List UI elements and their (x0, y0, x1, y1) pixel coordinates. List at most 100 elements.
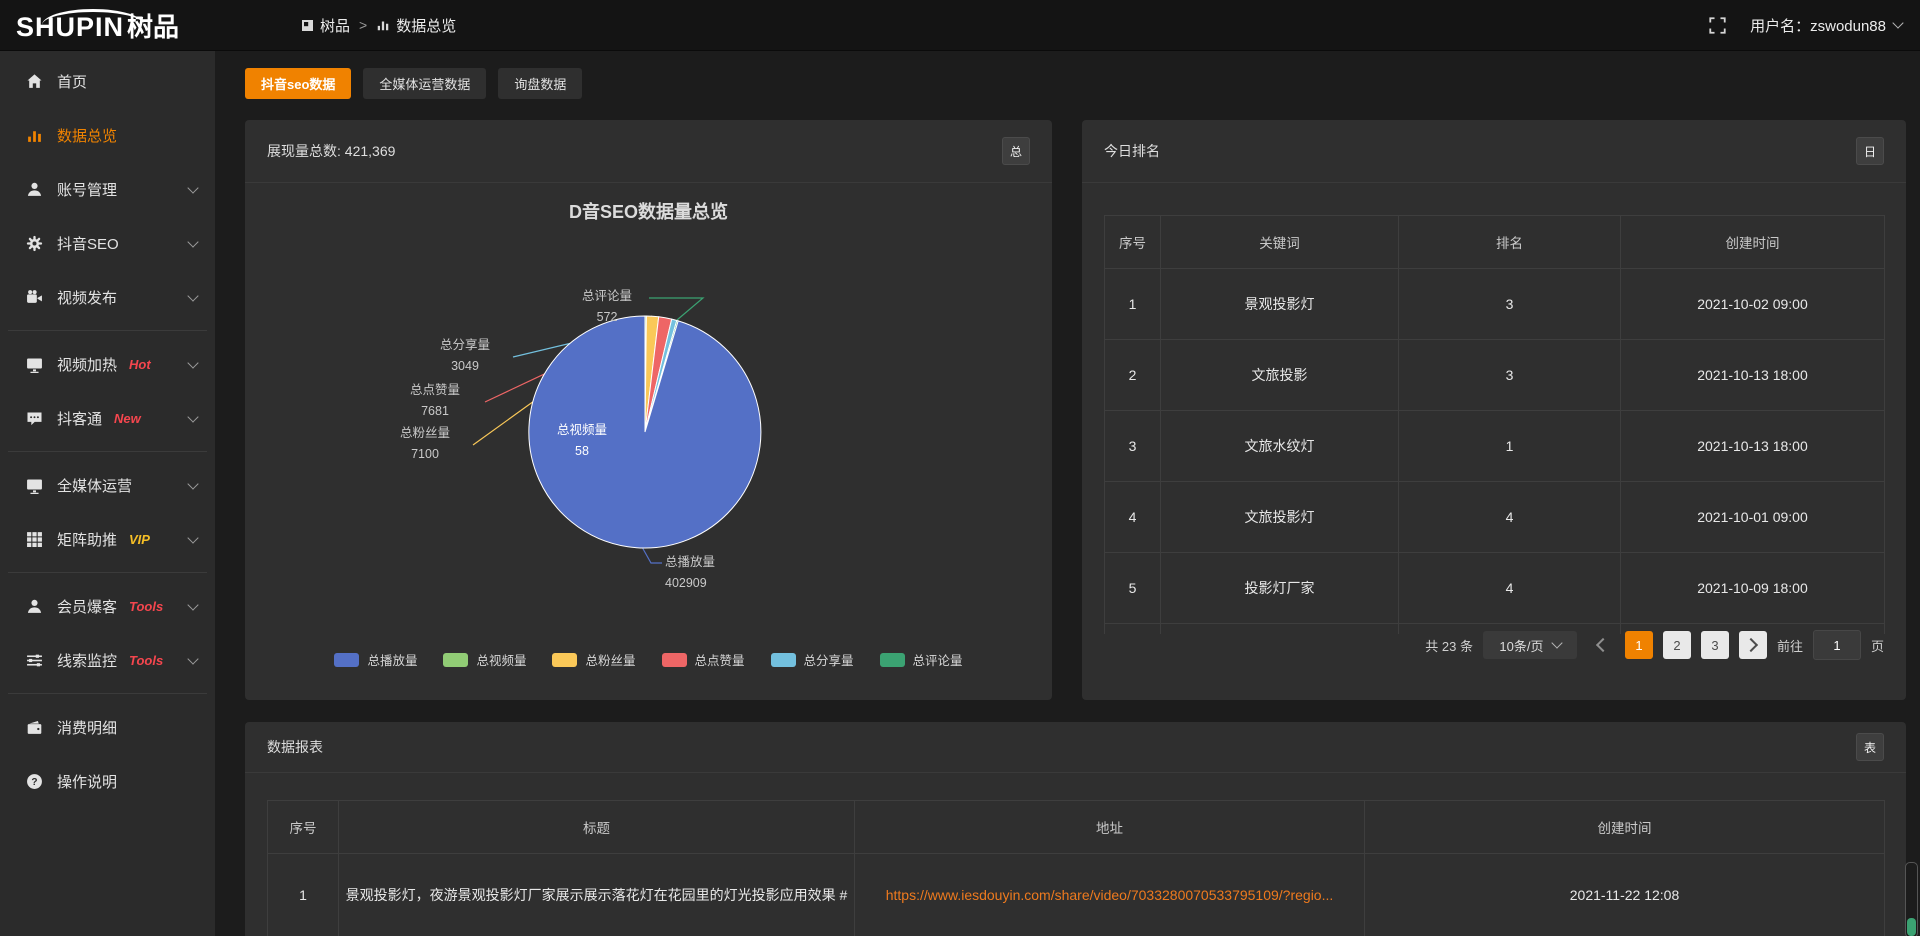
sidebar-item-data-overview[interactable]: 数据总览 (0, 108, 215, 162)
breadcrumb-root[interactable]: 树品 (301, 15, 350, 36)
monitor-icon (26, 477, 43, 494)
sidebar-divider (8, 330, 207, 331)
day-badge-button[interactable]: 日 (1856, 137, 1884, 165)
legend-swatch (880, 653, 905, 667)
main-content: 抖音seo数据 全媒体运营数据 询盘数据 展现量总数: 421,369 总 D音… (215, 50, 1920, 936)
sidebar-item-video-heating[interactable]: 视频加热 Hot (0, 337, 215, 391)
tab-inquiry-data[interactable]: 询盘数据 (498, 68, 582, 99)
bar-chart-icon (26, 127, 43, 144)
user-menu[interactable]: 用户名：zswodun88 (1750, 15, 1902, 36)
home-icon (26, 73, 43, 90)
pie-label-comments: 总评论量 572 (542, 286, 672, 328)
chevron-down-icon (187, 290, 198, 301)
prev-page-button[interactable] (1587, 631, 1615, 659)
legend-swatch (771, 653, 796, 667)
next-page-button[interactable] (1739, 631, 1767, 659)
sidebar-item-account-management[interactable]: 账号管理 (0, 162, 215, 216)
goto-label: 前往 (1777, 636, 1803, 655)
new-tag: New (114, 411, 141, 426)
tab-douyin-seo-data[interactable]: 抖音seo数据 (245, 68, 351, 99)
legend-item-comments[interactable]: 总评论量 (880, 650, 963, 669)
total-badge-button[interactable]: 总 (1002, 137, 1030, 165)
goto-unit-label: 页 (1871, 636, 1884, 655)
gear-icon (26, 235, 43, 252)
pie-label-fans: 总粉丝量 7100 (360, 423, 490, 465)
pagination: 共 23 条 10条/页 1 2 3 前往 页 (1425, 630, 1884, 660)
goto-page-input[interactable] (1813, 630, 1861, 660)
sidebar-item-member-baoke[interactable]: 会员爆客 Tools (0, 579, 215, 633)
pie-label-videos: 总视频量 58 (517, 420, 647, 462)
ranking-title: 今日排名 (1104, 141, 1160, 161)
question-icon: ? (26, 773, 43, 790)
table-row: 5投影灯厂家42021-10-09 18:00 (1105, 553, 1885, 624)
sidebar-item-video-publish[interactable]: 视频发布 (0, 270, 215, 324)
user-solid-icon (26, 598, 43, 615)
logo: SHUPIN 树品 (0, 7, 231, 44)
svg-text:?: ? (31, 777, 37, 788)
sidebar: 首页 数据总览 账号管理 抖音SEO 视频发布 视频加热 Hot (0, 50, 215, 936)
app-square-icon (301, 19, 314, 32)
chevron-down-icon (187, 653, 198, 664)
scrollbar-thumb[interactable] (1907, 918, 1916, 936)
chat-icon (26, 410, 43, 427)
page-button-3[interactable]: 3 (1701, 631, 1729, 659)
ranking-panel-header: 今日排名 日 (1082, 120, 1906, 183)
legend-swatch (552, 653, 577, 667)
chevron-left-icon (1596, 638, 1610, 652)
sidebar-item-expense-detail[interactable]: 消费明细 (0, 700, 215, 754)
col-no: 序号 (268, 801, 339, 854)
legend-item-fans[interactable]: 总粉丝量 (552, 650, 635, 669)
data-tabs: 抖音seo数据 全媒体运营数据 询盘数据 (245, 68, 582, 99)
chevron-down-icon (1551, 637, 1562, 648)
table-badge-button[interactable]: 表 (1856, 733, 1884, 761)
topbar: SHUPIN 树品 树品 > 数据总览 用户名：zswodun88 (0, 0, 1920, 51)
sidebar-divider (8, 572, 207, 573)
chevron-down-icon (1892, 17, 1903, 28)
sidebar-item-douyin-seo[interactable]: 抖音SEO (0, 216, 215, 270)
page-button-2[interactable]: 2 (1663, 631, 1691, 659)
monitor-icon (26, 356, 43, 373)
sidebar-item-doukertong[interactable]: 抖客通 New (0, 391, 215, 445)
page-button-1[interactable]: 1 (1625, 631, 1653, 659)
table-row: 1 景观投影灯，夜游景观投影灯厂家展示展示落花灯在花园里的灯光投影应用效果 # … (268, 854, 1885, 936)
col-title: 标题 (339, 801, 855, 854)
sidebar-item-operation-guide[interactable]: ? 操作说明 (0, 754, 215, 808)
sidebar-item-matrix-boost[interactable]: 矩阵助推 VIP (0, 512, 215, 566)
report-title: 数据报表 (267, 737, 323, 757)
chevron-down-icon (187, 411, 198, 422)
breadcrumb: 树品 > 数据总览 (301, 15, 456, 36)
ranking-panel: 今日排名 日 序号 关键词 排名 创建时间 1景观投影灯32021-10-02 … (1082, 120, 1906, 700)
table-header-row: 序号 标题 地址 创建时间 (268, 801, 1885, 854)
legend-item-plays[interactable]: 总播放量 (334, 650, 417, 669)
report-panel: 数据报表 表 序号 标题 地址 创建时间 1 景观投影灯，夜游景观投影灯厂家展示… (245, 722, 1906, 936)
chevron-down-icon (187, 599, 198, 610)
col-created: 创建时间 (1365, 801, 1885, 854)
sidebar-item-home[interactable]: 首页 (0, 54, 215, 108)
app-window: SHUPIN 树品 树品 > 数据总览 用户名：zswodun88 首 (0, 0, 1920, 936)
grid-icon (26, 531, 43, 548)
page-size-select[interactable]: 10条/页 (1483, 631, 1577, 659)
report-table: 序号 标题 地址 创建时间 1 景观投影灯，夜游景观投影灯厂家展示展示落花灯在花… (267, 800, 1885, 936)
page-scrollbar[interactable] (1905, 862, 1918, 936)
table-row: 3文旅水纹灯12021-10-13 18:00 (1105, 411, 1885, 482)
tools-tag: Tools (129, 653, 163, 668)
tab-omnimedia-data[interactable]: 全媒体运营数据 (363, 68, 486, 99)
breadcrumb-current[interactable]: 数据总览 (376, 15, 456, 36)
sidebar-item-lead-monitor[interactable]: 线索监控 Tools (0, 633, 215, 687)
leader-line-plays (642, 547, 662, 563)
fullscreen-icon[interactable] (1709, 17, 1726, 34)
chevron-right-icon (1744, 638, 1758, 652)
legend-item-shares[interactable]: 总分享量 (771, 650, 854, 669)
video-link[interactable]: https://www.iesdouyin.com/share/video/70… (886, 887, 1334, 903)
report-panel-header: 数据报表 表 (245, 722, 1906, 773)
sidebar-item-omnimedia[interactable]: 全媒体运营 (0, 458, 215, 512)
legend-item-videos[interactable]: 总视频量 (443, 650, 526, 669)
chart-legend: 总播放量 总视频量 总粉丝量 总点赞量 总分享量 总评论量 (245, 650, 1052, 669)
col-keyword: 关键词 (1161, 216, 1399, 269)
chevron-down-icon (187, 532, 198, 543)
col-url: 地址 (855, 801, 1365, 854)
tools-tag: Tools (129, 599, 163, 614)
legend-swatch (334, 653, 359, 667)
legend-item-likes[interactable]: 总点赞量 (662, 650, 745, 669)
pie-chart: D音SEO数据量总览 总评论量 572 总分享量 3049 (245, 182, 1052, 700)
